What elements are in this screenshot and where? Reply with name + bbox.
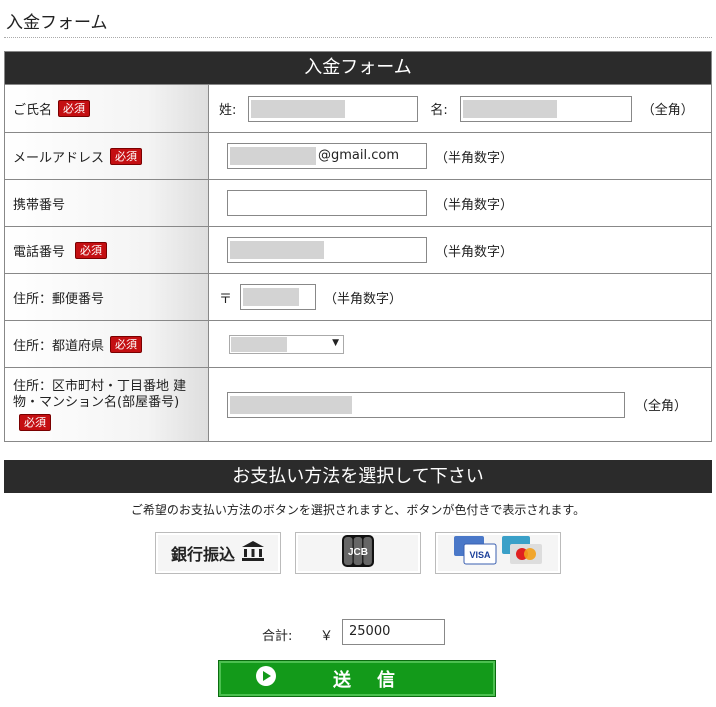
bank-transfer-button[interactable]: 銀行振込: [155, 532, 281, 574]
first-name-label: 名:: [430, 103, 448, 118]
address-hint: （全角）: [635, 399, 688, 414]
payment-note: ご希望のお支払い方法のボタンを選択されますと、ボタンが色付きで表示されます。: [130, 503, 586, 517]
mobile-label: 携帯番号: [13, 197, 66, 213]
email-row: メールアドレス 必須 @gmail.com （半角数字）: [5, 132, 711, 179]
credit-cards-icon: VISA: [450, 534, 546, 572]
name-label: ご氏名: [13, 103, 53, 118]
phone-value-cell: （半角数字）: [209, 227, 711, 273]
chevron-down-icon: ▼: [332, 337, 339, 348]
jcb-card-icon: JCB: [341, 534, 375, 572]
payment-heading: お支払い方法を選択して下さい: [4, 460, 712, 493]
svg-text:VISA: VISA: [469, 550, 491, 560]
postal-code-input[interactable]: [240, 284, 317, 310]
deposit-form: 入金フォーム ご氏名 必須 姓: 名: （全角） メールアドレス 必須 @gma…: [4, 51, 712, 442]
required-badge: 必須: [75, 241, 108, 259]
name-value-cell: 姓: 名: （全角）: [209, 85, 711, 132]
prefecture-label-cell: 住所：都道府県 必須: [5, 321, 209, 367]
prefecture-value-cell: ▼: [209, 321, 711, 367]
credit-card-button[interactable]: VISA: [435, 532, 561, 574]
mobile-hint: （半角数字）: [435, 197, 514, 213]
currency-symbol: ￥: [320, 629, 334, 644]
required-badge: 必須: [110, 147, 143, 165]
prefecture-label: 住所：都道府県: [13, 338, 105, 354]
mobile-label-cell: 携帯番号: [5, 180, 209, 226]
name-hint: （全角）: [641, 103, 694, 118]
email-domain-text: @gmail.com: [318, 148, 400, 163]
phone-input[interactable]: [227, 237, 427, 263]
jcb-button[interactable]: JCB: [295, 532, 421, 574]
mobile-row: 携帯番号 （半角数字）: [5, 179, 711, 226]
name-label-cell: ご氏名 必須: [5, 85, 209, 132]
postal-row: 住所：郵便番号 〒 （半角数字）: [5, 273, 711, 320]
phone-label-cell: 電話番号 必須: [5, 227, 209, 273]
first-name-input[interactable]: [459, 95, 632, 122]
prefecture-select[interactable]: ▼: [229, 334, 344, 354]
mobile-input[interactable]: [227, 190, 427, 216]
required-badge: 必須: [110, 335, 143, 353]
phone-hint: （半角数字）: [435, 244, 514, 260]
submit-label: 送 信: [333, 669, 399, 691]
mobile-value-cell: （半角数字）: [209, 180, 711, 226]
address-label-cell: 住所：区市町村・丁目番地 建物・マンション名(部屋番号) 必須: [5, 368, 209, 441]
postal-label: 住所：郵便番号: [13, 291, 105, 307]
name-row: ご氏名 必須 姓: 名: （全角）: [5, 84, 711, 132]
email-label: メールアドレス: [13, 150, 105, 166]
email-value-cell: @gmail.com （半角数字）: [209, 133, 711, 179]
total-label: 合計:: [262, 629, 293, 644]
email-hint: （半角数字）: [435, 150, 514, 166]
required-badge: 必須: [58, 100, 91, 117]
bank-icon: [241, 540, 265, 566]
form-heading: 入金フォーム: [5, 52, 711, 84]
phone-row: 電話番号 必須 （半角数字）: [5, 226, 711, 273]
address-row: 住所：区市町村・丁目番地 建物・マンション名(部屋番号) 必須 （全角）: [5, 367, 711, 441]
email-input[interactable]: @gmail.com: [227, 143, 427, 169]
email-label-cell: メールアドレス 必須: [5, 133, 209, 179]
prefecture-row: 住所：都道府県 必須 ▼: [5, 320, 711, 367]
required-badge: 必須: [19, 413, 51, 431]
bank-transfer-label: 銀行振込: [170, 545, 235, 564]
address-value-cell: （全角）: [209, 368, 711, 441]
last-name-label: 姓:: [219, 103, 237, 118]
last-name-input[interactable]: [248, 95, 419, 122]
page-title: 入金フォーム: [6, 13, 108, 33]
total-amount-field: 25000: [342, 619, 445, 645]
postal-label-cell: 住所：郵便番号: [5, 274, 209, 320]
submit-button[interactable]: 送 信: [218, 660, 496, 697]
address-input[interactable]: [227, 391, 625, 418]
title-divider: [4, 37, 712, 38]
svg-text:JCB: JCB: [348, 547, 368, 558]
postal-mark: 〒: [219, 291, 233, 307]
postal-hint: （半角数字）: [324, 291, 403, 307]
play-arrow-icon: [255, 665, 277, 692]
address-label: 住所：区市町村・丁目番地 建物・マンション名(部屋番号): [13, 378, 187, 410]
postal-value-cell: 〒 （半角数字）: [209, 274, 711, 320]
phone-label: 電話番号: [13, 244, 66, 260]
